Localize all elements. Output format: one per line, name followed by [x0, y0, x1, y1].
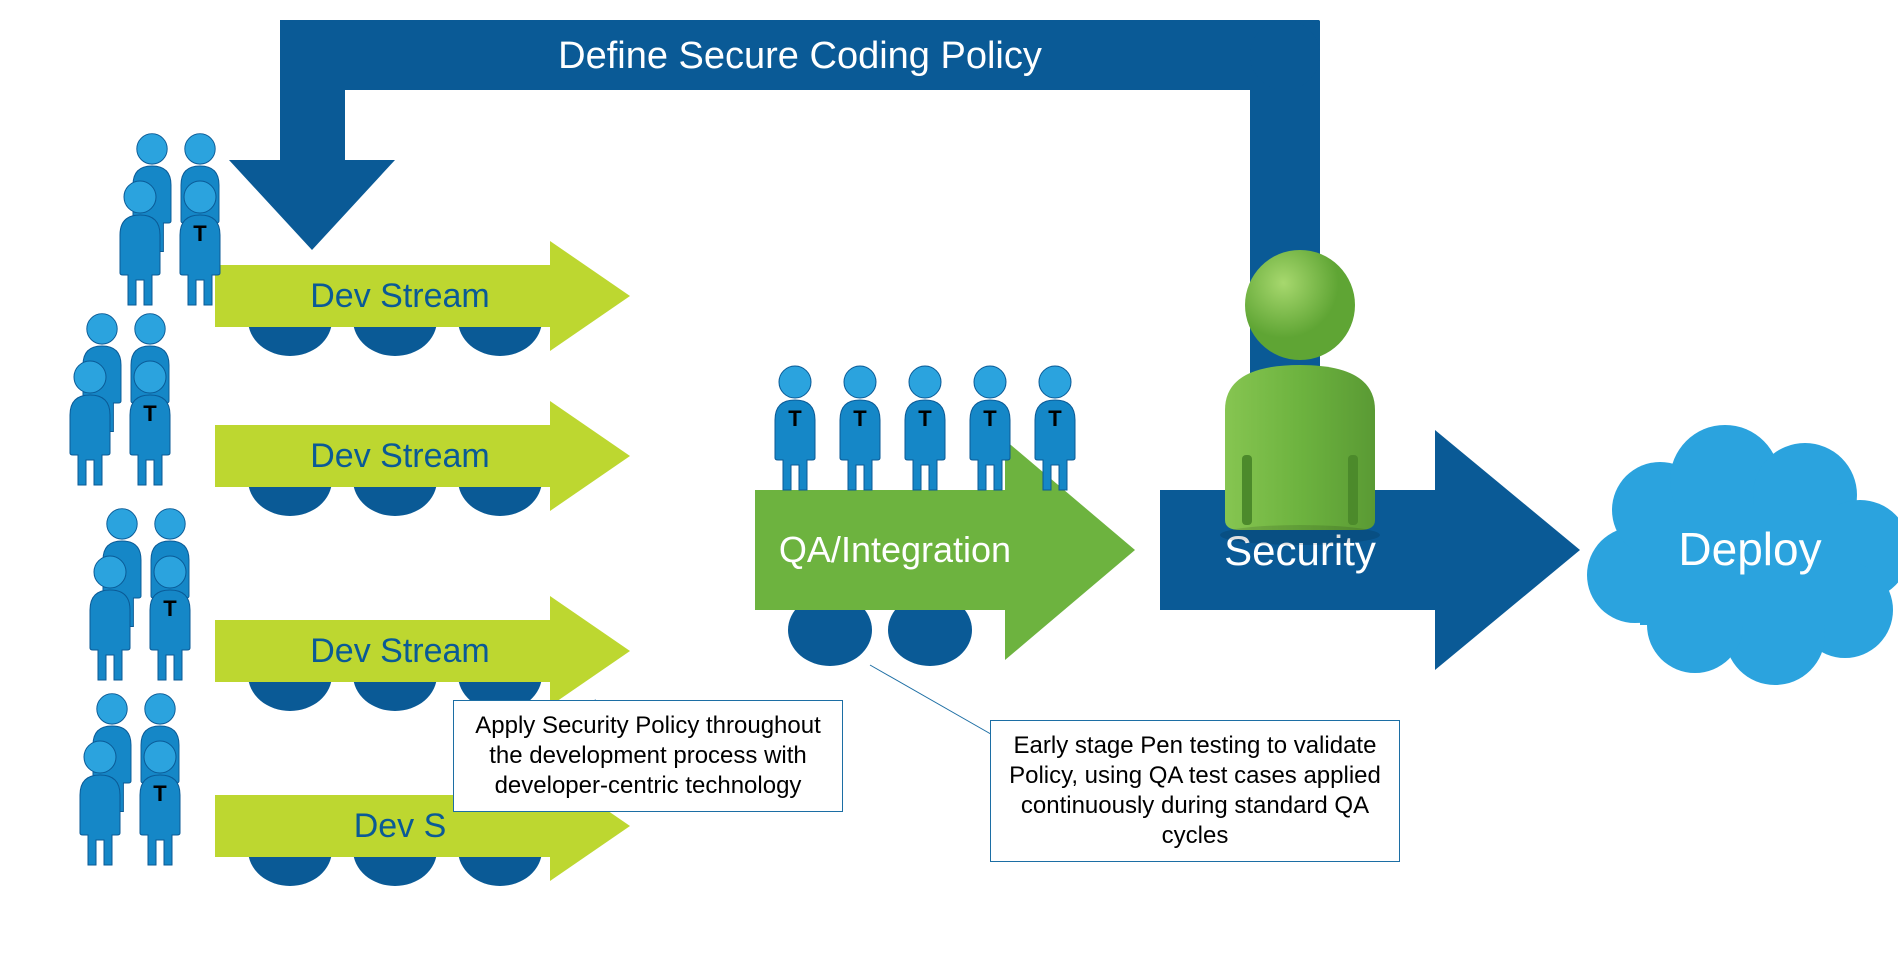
qa-integration-label: QA/Integration	[779, 529, 1011, 570]
dev-stream-4-label: Dev S	[354, 807, 447, 845]
dev-stream-2: Dev Stream	[70, 314, 630, 516]
callout-dev: Apply Security Policy throughout the dev…	[453, 700, 843, 812]
top-banner-label: Define Secure Coding Policy	[558, 35, 1042, 77]
callout-qa-text: Early stage Pen testing to validate Poli…	[1009, 732, 1381, 849]
callout-dev-text: Apply Security Policy throughout the dev…	[475, 712, 821, 799]
callout-qa: Early stage Pen testing to validate Poli…	[990, 720, 1400, 862]
callout-line-qa	[870, 665, 1010, 745]
dev-stream-3: Dev Stream	[90, 509, 630, 711]
qa-integration-arrow: QA/Integration	[755, 366, 1135, 666]
diagram-stage: Define Secure Coding Policy T	[0, 0, 1898, 960]
dev-stream-1-label: Dev Stream	[310, 277, 490, 315]
dev-stream-2-label: Dev Stream	[310, 437, 490, 475]
green-person-icon	[1220, 250, 1380, 545]
deploy-cloud: Deploy	[1587, 425, 1898, 685]
deploy-label: Deploy	[1678, 523, 1821, 575]
security-arrow: Security	[1160, 250, 1580, 670]
dev-stream-3-label: Dev Stream	[310, 632, 490, 670]
diagram-svg: Define Secure Coding Policy T	[0, 0, 1898, 960]
